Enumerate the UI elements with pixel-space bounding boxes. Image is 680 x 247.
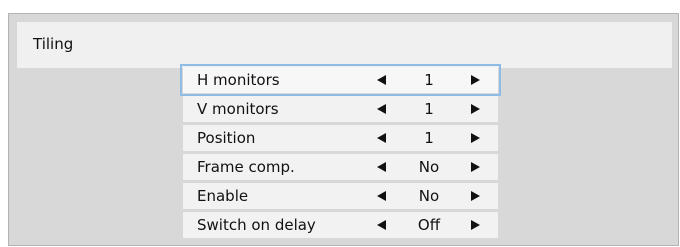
setting-row-frame-comp[interactable]: Frame comp. No [183, 154, 498, 180]
title-bar: Tiling [17, 22, 672, 68]
setting-label: Frame comp. [197, 158, 295, 176]
left-arrow-icon[interactable] [377, 133, 386, 143]
right-arrow-icon[interactable] [471, 191, 480, 201]
setting-label: Position [197, 129, 256, 147]
left-arrow-icon[interactable] [377, 191, 386, 201]
setting-label: Enable [197, 187, 249, 205]
setting-row-position[interactable]: Position 1 [183, 125, 498, 151]
setting-value: 1 [424, 100, 434, 118]
right-arrow-icon[interactable] [471, 220, 480, 230]
left-arrow-icon[interactable] [377, 104, 386, 114]
left-arrow-icon[interactable] [377, 75, 386, 85]
tiling-settings-list: H monitors 1 V monitors 1 Position 1 Fra… [180, 64, 501, 241]
setting-label: Switch on delay [197, 216, 316, 234]
setting-row-enable[interactable]: Enable No [183, 183, 498, 209]
left-arrow-icon[interactable] [377, 162, 386, 172]
setting-row-h-monitors[interactable]: H monitors 1 [180, 64, 501, 96]
page-title: Tiling [33, 35, 74, 53]
setting-value: Off [417, 216, 441, 234]
right-arrow-icon[interactable] [471, 75, 480, 85]
left-arrow-icon[interactable] [377, 220, 386, 230]
setting-label: H monitors [197, 71, 280, 89]
setting-row-switch-on-delay[interactable]: Switch on delay Off [183, 212, 498, 238]
setting-value: No [418, 158, 440, 176]
setting-value: 1 [424, 129, 434, 147]
right-arrow-icon[interactable] [471, 133, 480, 143]
setting-row-v-monitors[interactable]: V monitors 1 [183, 96, 498, 122]
setting-value: No [418, 187, 440, 205]
setting-label: V monitors [197, 100, 279, 118]
right-arrow-icon[interactable] [471, 162, 480, 172]
right-arrow-icon[interactable] [471, 104, 480, 114]
setting-value: 1 [424, 71, 434, 89]
